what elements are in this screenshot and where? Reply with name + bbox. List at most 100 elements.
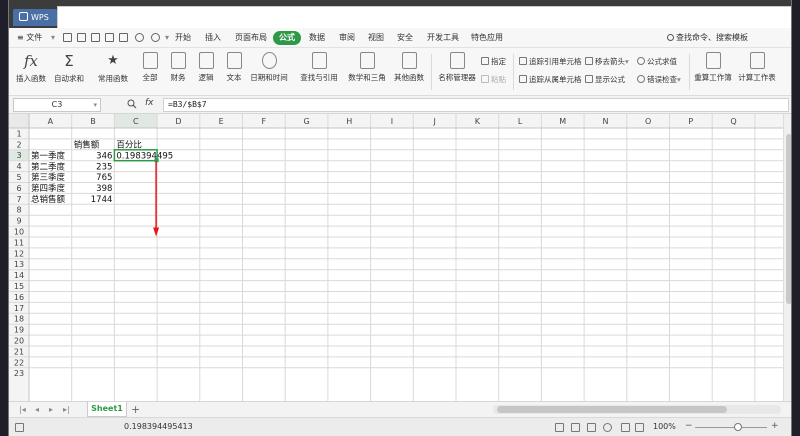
datetime-button[interactable]: 日期和时间: [247, 52, 291, 83]
column-header-f[interactable]: F: [262, 117, 267, 126]
fullscreen-icon[interactable]: [621, 423, 630, 432]
next-sheet-icon[interactable]: ▸: [49, 405, 53, 414]
row-header-22[interactable]: 22: [14, 358, 24, 367]
row-header-21[interactable]: 21: [14, 347, 24, 356]
row-header-2[interactable]: 2: [16, 140, 21, 149]
common-functions-button[interactable]: ★ 常用函数: [91, 52, 135, 84]
cell-a3[interactable]: 第一季度: [31, 150, 66, 161]
calc-sheet-button[interactable]: 计算工作表: [737, 52, 777, 83]
tab-page-layout[interactable]: 页面布局: [235, 31, 267, 45]
logical-button[interactable]: 逻辑: [193, 52, 219, 83]
row-header-7[interactable]: 7: [16, 195, 21, 204]
wps-app-tab[interactable]: WPS: [13, 9, 57, 26]
row-header-15[interactable]: 15: [14, 282, 24, 291]
prev-sheet-icon[interactable]: ◂: [35, 405, 39, 414]
horizontal-scrollbar[interactable]: [493, 405, 781, 414]
evaluate-formula-button[interactable]: 公式求值: [637, 56, 677, 68]
cell-a5[interactable]: 第三季度: [31, 172, 66, 183]
tab-special[interactable]: 特色应用: [471, 31, 503, 45]
file-menu[interactable]: ≡ 文件: [17, 31, 42, 45]
undo-icon[interactable]: [135, 33, 144, 42]
row-header-18[interactable]: 18: [14, 315, 24, 324]
sheet-tab-sheet1[interactable]: Sheet1: [87, 402, 127, 417]
column-header-c[interactable]: C: [133, 117, 139, 126]
cell-a6[interactable]: 第四季度: [31, 183, 66, 194]
cell-b4[interactable]: 235: [96, 162, 112, 172]
row-header-20[interactable]: 20: [14, 337, 24, 346]
grid-canvas[interactable]: A B C D E F G H I J K L M N O P Q12345678910111213141516…: [9, 114, 783, 401]
row-header-9[interactable]: 9: [16, 217, 21, 226]
cell-a7[interactable]: 总销售额: [31, 194, 66, 205]
horizontal-scrollbar-thumb[interactable]: [497, 406, 727, 413]
column-header-h[interactable]: H: [346, 117, 352, 126]
recalc-workbook-button[interactable]: 重算工作簿: [693, 52, 733, 83]
text-functions-button[interactable]: 文本: [221, 52, 247, 83]
financial-button[interactable]: 财务: [165, 52, 191, 83]
column-header-j[interactable]: J: [432, 117, 435, 126]
row-header-1[interactable]: 1: [16, 129, 21, 138]
tab-view[interactable]: 视图: [368, 31, 384, 45]
format-painter-icon[interactable]: [119, 33, 128, 42]
autosum-button[interactable]: Σ 自动求和: [49, 52, 89, 84]
fx-icon[interactable]: fx: [145, 98, 154, 108]
page-break-view-icon[interactable]: [587, 423, 596, 432]
fill-handle[interactable]: [154, 158, 159, 163]
row-header-3[interactable]: 3: [16, 151, 21, 160]
spreadsheet-grid[interactable]: A B C D E F G H I J K L M N O P Q 1 2 3 4 5 6 7 8 9 10 11 12 13 14 15 16…: [9, 114, 791, 401]
lookup-button[interactable]: 查找与引用: [295, 52, 343, 83]
row-header-13[interactable]: 13: [14, 260, 24, 269]
cell-b2[interactable]: 销售额: [74, 140, 100, 151]
column-header-b[interactable]: B: [90, 117, 96, 126]
quick-access-dropdown-icon[interactable]: ▾: [165, 31, 169, 45]
tab-insert[interactable]: 插入: [205, 31, 221, 45]
row-header-17[interactable]: 17: [14, 304, 24, 313]
insert-function-button[interactable]: fx 插入函数: [13, 52, 49, 84]
error-check-button[interactable]: 错误检查▾: [637, 74, 681, 86]
cell-c3[interactable]: 0.198394495: [116, 151, 173, 161]
cell-a4[interactable]: 第二季度: [31, 161, 66, 172]
select-all-corner[interactable]: [9, 114, 29, 128]
row-header-5[interactable]: 5: [16, 173, 21, 182]
cell-b3[interactable]: 346: [96, 151, 112, 161]
math-trig-button[interactable]: 数学和三角: [345, 52, 389, 83]
zoom-slider[interactable]: [695, 427, 767, 428]
cell-b7[interactable]: 1744: [91, 195, 113, 205]
column-header-d[interactable]: D: [175, 117, 181, 126]
tab-home[interactable]: 开始: [175, 31, 191, 45]
paste-name-button[interactable]: 粘贴: [481, 74, 506, 86]
last-sheet-icon[interactable]: ▸|: [63, 405, 70, 414]
cell-b6[interactable]: 398: [96, 184, 112, 194]
zoom-slider-handle[interactable]: [734, 423, 743, 431]
row-header-23[interactable]: 23: [14, 369, 24, 378]
show-formulas-button[interactable]: 显示公式: [585, 74, 625, 86]
vertical-scrollbar-thumb[interactable]: [786, 134, 791, 304]
add-sheet-button[interactable]: +: [131, 403, 140, 416]
column-header-e[interactable]: E: [219, 117, 224, 126]
eye-protection-icon[interactable]: [555, 423, 564, 432]
macro-record-icon[interactable]: [15, 423, 24, 432]
zoom-magnifier-icon[interactable]: [127, 99, 137, 111]
row-header-19[interactable]: 19: [14, 326, 24, 335]
cell-b5[interactable]: 765: [96, 173, 112, 183]
column-header-a[interactable]: A: [48, 117, 54, 126]
column-header-l[interactable]: L: [518, 117, 523, 126]
zoom-in-button[interactable]: +: [771, 421, 779, 431]
export-pdf-icon[interactable]: [77, 33, 86, 42]
page-view-icon[interactable]: [635, 423, 644, 432]
zoom-level[interactable]: 100%: [653, 422, 676, 431]
tab-formulas[interactable]: 公式: [273, 31, 301, 45]
all-functions-button[interactable]: 全部: [137, 52, 163, 83]
cell-c2[interactable]: 百分比: [116, 140, 142, 151]
redo-icon[interactable]: [151, 33, 160, 42]
other-functions-button[interactable]: 其他函数: [391, 52, 427, 83]
print-icon[interactable]: [91, 33, 100, 42]
column-header-m[interactable]: M: [559, 117, 566, 126]
column-header-k[interactable]: K: [475, 117, 481, 126]
tab-review[interactable]: 审阅: [339, 31, 355, 45]
row-header-12[interactable]: 12: [14, 249, 24, 258]
document-tab[interactable]: [57, 6, 791, 28]
row-header-11[interactable]: 11: [14, 238, 24, 247]
column-header-g[interactable]: G: [303, 117, 309, 126]
tab-data[interactable]: 数据: [309, 31, 325, 45]
vertical-scrollbar[interactable]: [783, 114, 791, 401]
